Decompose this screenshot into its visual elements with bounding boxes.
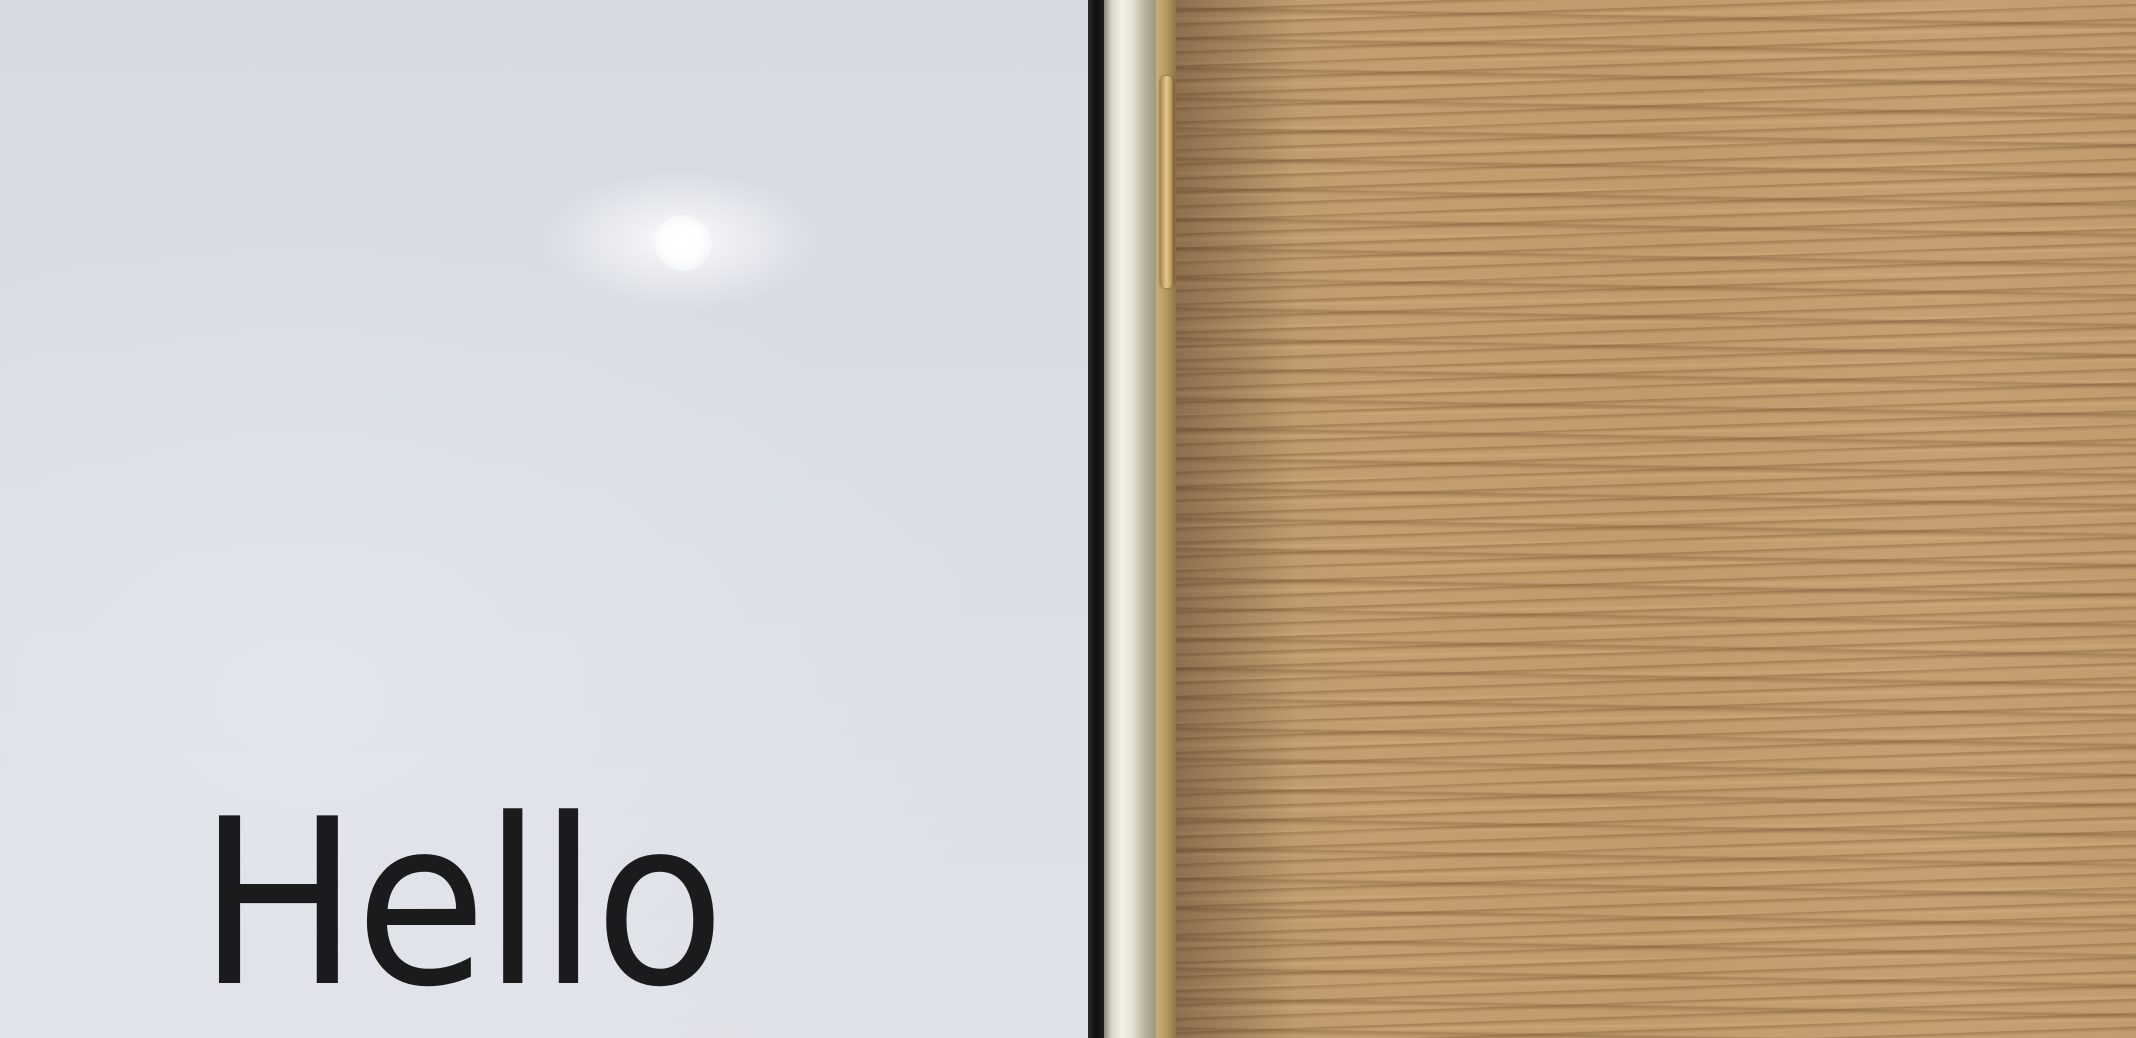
phone-shadow (1176, 0, 1296, 1038)
photo-scene: Hello (0, 0, 2136, 1038)
phone-frame (1104, 0, 1156, 1038)
wooden-table-surface (1176, 0, 2136, 1038)
power-button (1160, 76, 1174, 288)
screen-bezel (1088, 0, 1104, 1038)
light-reflection (655, 215, 711, 271)
hello-greeting: Hello (198, 771, 725, 1038)
phone-screen: Hello (0, 0, 1088, 1038)
